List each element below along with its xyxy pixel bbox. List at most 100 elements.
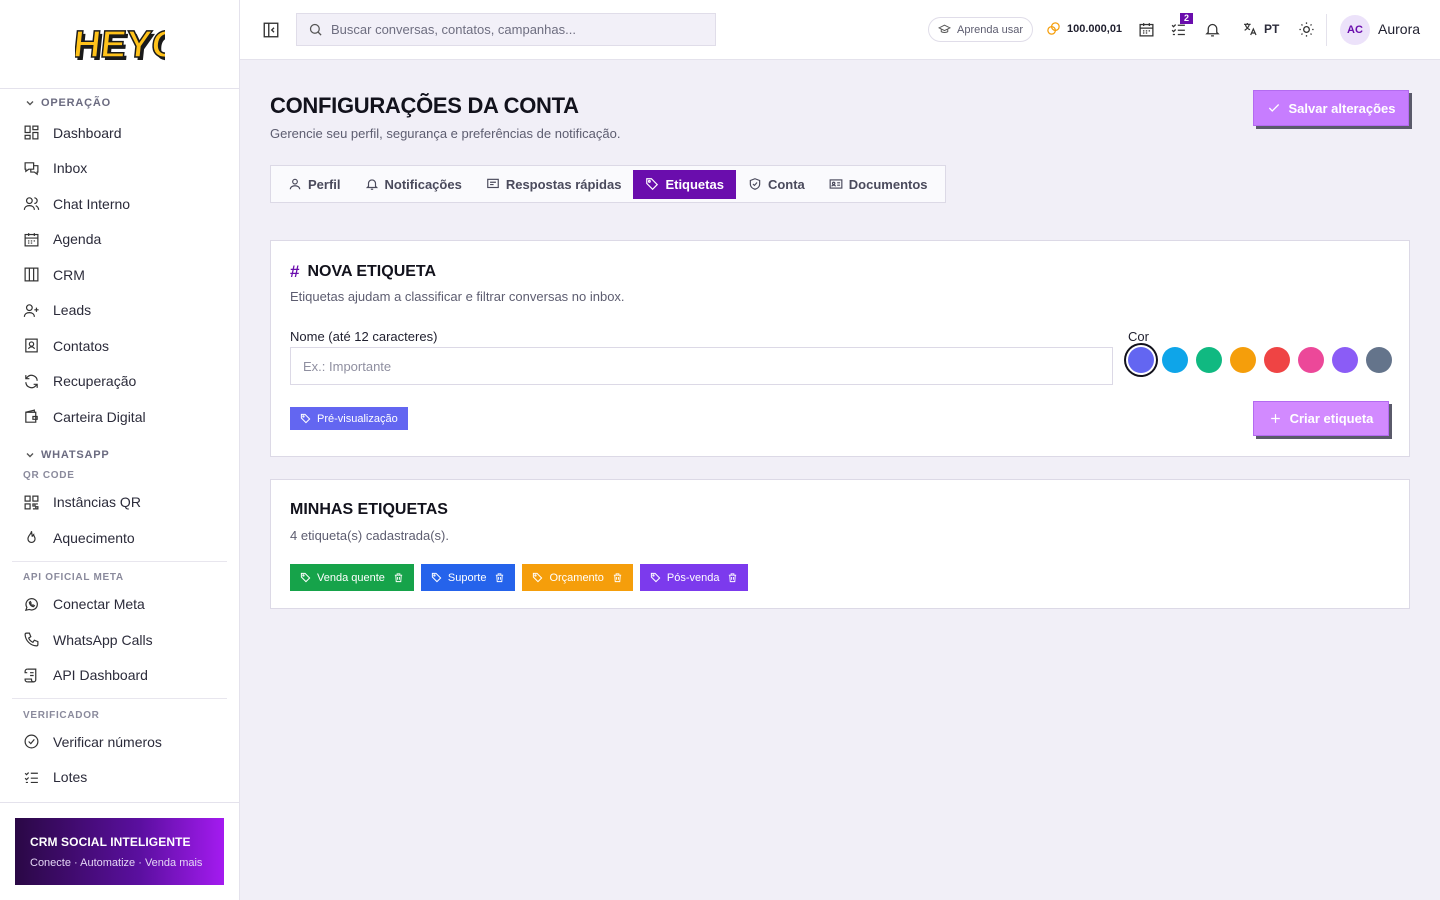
- sun-icon[interactable]: [1298, 21, 1315, 38]
- tag-icon: [646, 178, 659, 191]
- new-tag-card: # NOVA ETIQUETA Etiquetas ajudam a class…: [270, 240, 1410, 457]
- topbar: Aprenda usar 100.000,01 2 PT AC Aurora: [240, 0, 1440, 60]
- messages-icon: [24, 161, 39, 176]
- sidebar-item-lotes[interactable]: Lotes: [0, 760, 239, 796]
- avatar[interactable]: AC: [1340, 15, 1370, 45]
- tab-documentos[interactable]: Documentos: [817, 170, 940, 199]
- tag-chip-label: Orçamento: [549, 571, 604, 584]
- check-circle-icon: [24, 734, 39, 749]
- sidebar-item-crm[interactable]: CRM: [0, 257, 239, 293]
- tag-chip-label: Suporte: [447, 571, 487, 584]
- logo-area: HEYOO HEYOO: [0, 0, 239, 89]
- promo-banner[interactable]: CRM SOCIAL INTELIGENTE Conecte · Automat…: [15, 818, 224, 885]
- promo-subtitle: Conecte · Automatize · Venda mais: [30, 857, 203, 869]
- calendar-icon[interactable]: [1138, 21, 1155, 38]
- bell-icon: [365, 179, 378, 190]
- color-swatch[interactable]: [1162, 347, 1188, 373]
- color-swatch[interactable]: [1264, 347, 1290, 373]
- tag-chip-label: Pós-venda: [666, 571, 720, 584]
- sidebar-nav: OPERAÇÃO Dashboard Inbox Chat Interno Ag…: [0, 90, 239, 802]
- sidebar-item-chat-interno[interactable]: Chat Interno: [0, 186, 239, 222]
- tag-icon: [300, 572, 311, 583]
- tab-etiquetas[interactable]: Etiquetas: [633, 169, 736, 199]
- color-swatch[interactable]: [1298, 347, 1324, 373]
- tag-name-input[interactable]: [290, 347, 1113, 385]
- settings-tabs: Perfil Notificações Respostas rápidas Et…: [270, 165, 946, 203]
- tab-respostas-rapidas[interactable]: Respostas rápidas: [474, 170, 634, 199]
- bell-icon[interactable]: [1204, 21, 1221, 38]
- learn-button[interactable]: Aprenda usar: [928, 17, 1034, 42]
- my-tags-count: 4 etiqueta(s) cadastrada(s).: [290, 528, 449, 543]
- credits-balance[interactable]: 100.000,01: [1046, 21, 1122, 36]
- sidebar-divider: [12, 698, 227, 699]
- tag-chip[interactable]: Venda quente: [290, 564, 414, 591]
- sidebar-item-agenda[interactable]: Agenda: [0, 222, 239, 258]
- sidebar-item-instancias-qr[interactable]: Instâncias QR: [0, 485, 239, 521]
- sidebar-item-recuperacao[interactable]: Recuperação: [0, 364, 239, 400]
- new-tag-title: # NOVA ETIQUETA: [290, 262, 437, 281]
- language-switcher[interactable]: PT: [1242, 21, 1279, 37]
- user-name[interactable]: Aurora: [1378, 21, 1420, 37]
- sidebar-item-carteira-digital[interactable]: Carteira Digital: [0, 399, 239, 435]
- section-whatsapp[interactable]: WHATSAPP: [0, 443, 239, 467]
- heyoo-logo[interactable]: HEYOO HEYOO: [75, 20, 165, 68]
- color-swatch[interactable]: [1230, 347, 1256, 373]
- user-icon: [289, 178, 301, 190]
- hash-icon: #: [290, 262, 300, 281]
- tag-chip-label: Venda quente: [317, 571, 385, 584]
- chevron-down-icon: [26, 101, 34, 106]
- trash-icon[interactable]: [612, 572, 623, 583]
- tag-icon: [300, 413, 311, 424]
- trash-icon[interactable]: [393, 572, 404, 583]
- sidebar-item-dashboard[interactable]: Dashboard: [0, 115, 239, 151]
- user-plus-icon: [23, 303, 39, 317]
- color-swatches: [1128, 347, 1392, 373]
- color-swatch[interactable]: [1128, 347, 1154, 373]
- sidebar-item-conectar-meta[interactable]: Conectar Meta: [0, 587, 239, 623]
- sidebar-item-inbox[interactable]: Inbox: [0, 151, 239, 187]
- sidebar-item-whatsapp-calls[interactable]: WhatsApp Calls: [0, 622, 239, 658]
- tag-name-label: Nome (até 12 caracteres): [290, 329, 438, 344]
- check-icon: [1268, 104, 1279, 112]
- flame-icon: [27, 531, 36, 544]
- tag-chip[interactable]: Suporte: [420, 564, 516, 591]
- users-icon: [23, 197, 40, 211]
- page-subtitle: Gerencie seu perfil, segurança e preferê…: [270, 126, 621, 141]
- section-operacao[interactable]: OPERAÇÃO: [0, 91, 239, 115]
- new-tag-subtitle: Etiquetas ajudam a classificar e filtrar…: [290, 289, 625, 304]
- plus-icon: [1270, 414, 1280, 423]
- color-swatch[interactable]: [1332, 347, 1358, 373]
- color-swatch[interactable]: [1196, 347, 1222, 373]
- sidebar-item-leads[interactable]: Leads: [0, 293, 239, 329]
- kanban-columns-icon: [24, 267, 39, 282]
- sidebar-item-verificar-numeros[interactable]: Verificar números: [0, 724, 239, 760]
- search-input[interactable]: [331, 22, 691, 37]
- sidebar-item-contatos[interactable]: Contatos: [0, 328, 239, 364]
- tab-perfil[interactable]: Perfil: [276, 170, 353, 199]
- tag-icon: [533, 572, 543, 583]
- sidebar-collapse-icon[interactable]: [262, 21, 280, 39]
- global-search[interactable]: [296, 13, 716, 46]
- trash-icon[interactable]: [727, 572, 738, 583]
- tag-chip[interactable]: Orçamento: [522, 564, 633, 591]
- graduation-cap-icon: [938, 24, 951, 33]
- tag-chip[interactable]: Pós-venda: [639, 564, 749, 591]
- sidebar-item-aquecimento[interactable]: Aquecimento: [0, 520, 239, 556]
- qr-code-icon: [24, 495, 39, 510]
- scroll-text-icon: [24, 668, 37, 683]
- layout-grid-icon: [24, 125, 39, 140]
- contact-book-icon: [25, 338, 38, 353]
- color-swatch[interactable]: [1366, 347, 1392, 373]
- sidebar-item-api-dashboard[interactable]: API Dashboard: [0, 658, 239, 694]
- tasks-badge: 2: [1180, 13, 1194, 24]
- create-tag-button[interactable]: Criar etiqueta: [1253, 401, 1389, 436]
- tab-notificacoes[interactable]: Notificações: [353, 170, 474, 199]
- save-button[interactable]: Salvar alterações: [1253, 90, 1409, 126]
- tab-conta[interactable]: Conta: [736, 170, 817, 199]
- search-icon: [309, 23, 322, 36]
- trash-icon[interactable]: [494, 572, 505, 583]
- whatsapp-icon: [24, 597, 38, 611]
- calendar-icon: [24, 232, 39, 247]
- coins-icon: [1047, 22, 1060, 35]
- translate-icon: [1244, 23, 1257, 36]
